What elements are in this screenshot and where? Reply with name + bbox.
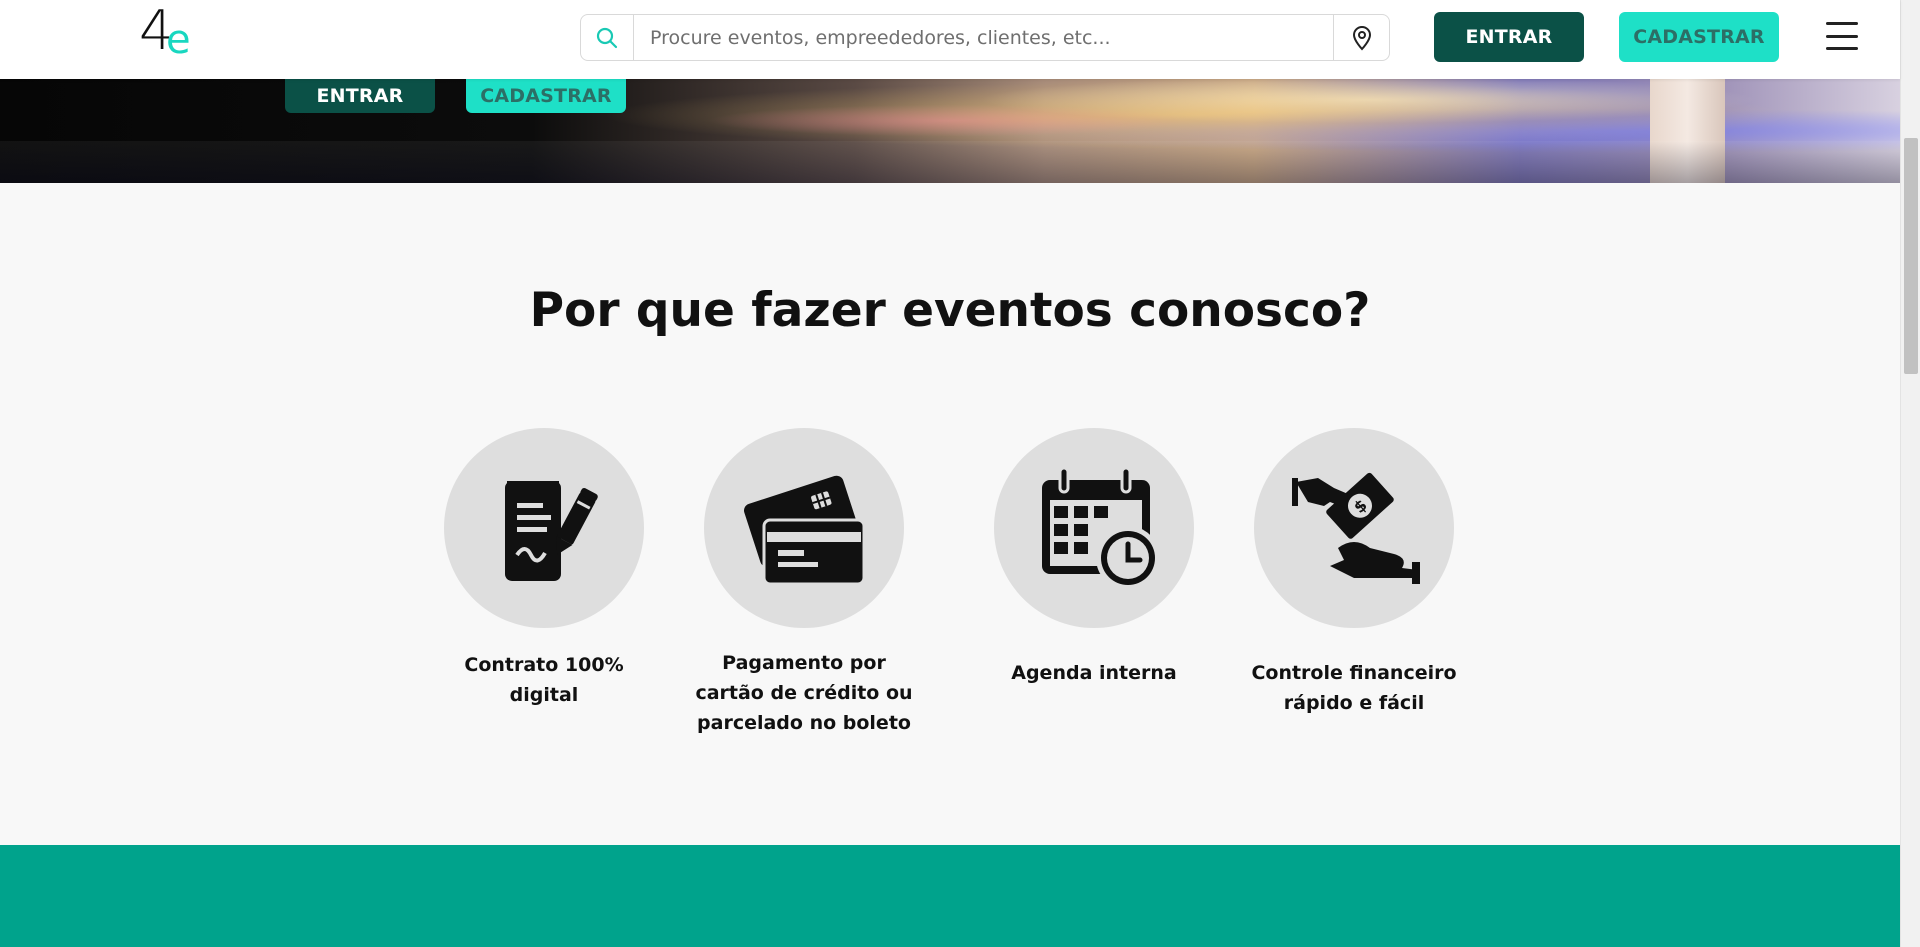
- feature-label: Agenda interna: [1011, 662, 1177, 684]
- feature-item-finance: $ Controle financeiro rápido e fácil: [1244, 428, 1464, 714]
- location-pin-icon[interactable]: [1333, 15, 1389, 60]
- calendar-clock-icon: [1042, 466, 1160, 590]
- feature-item-payment: Pagamento por cartão de crédito ou parce…: [694, 428, 914, 734]
- feature-label: Controle financeiro rápido e fácil: [1251, 662, 1457, 714]
- feature-icon-circle: [704, 428, 904, 628]
- feature-item-contract: Contrato 100% digital: [434, 428, 654, 706]
- search-icon[interactable]: [581, 15, 634, 60]
- header-login-button[interactable]: ENTRAR: [1434, 12, 1584, 62]
- search-input[interactable]: [634, 15, 1333, 60]
- logo-accent: e: [166, 17, 191, 63]
- hero-signup-button[interactable]: CADASTRAR: [466, 79, 626, 113]
- site-header: 4 e ENTRAR CADASTRAR: [0, 0, 1900, 79]
- hand-money-icon: $: [1292, 472, 1420, 584]
- page-scrollbar[interactable]: [1900, 0, 1920, 947]
- scrollbar-thumb[interactable]: [1904, 138, 1918, 374]
- hamburger-menu-icon[interactable]: [1826, 22, 1858, 50]
- contract-icon: [505, 481, 598, 581]
- header-signup-button[interactable]: CADASTRAR: [1619, 12, 1779, 62]
- hero-login-button[interactable]: ENTRAR: [285, 79, 435, 113]
- hero-floor-decoration: [0, 141, 1900, 183]
- feature-label: Pagamento por cartão de crédito ou parce…: [695, 652, 913, 734]
- feature-icon-circle: [994, 428, 1194, 628]
- logo[interactable]: 4 e: [139, 4, 199, 65]
- feature-item-agenda: Agenda interna: [984, 428, 1204, 684]
- feature-label: Contrato 100% digital: [464, 654, 624, 706]
- footer-band: [0, 845, 1900, 947]
- credit-card-icon: [744, 475, 866, 586]
- feature-icon-circle: [444, 428, 644, 628]
- feature-icon-circle: $: [1254, 428, 1454, 628]
- section-title: Por que fazer eventos conosco?: [529, 283, 1371, 338]
- search-bar: [580, 14, 1390, 61]
